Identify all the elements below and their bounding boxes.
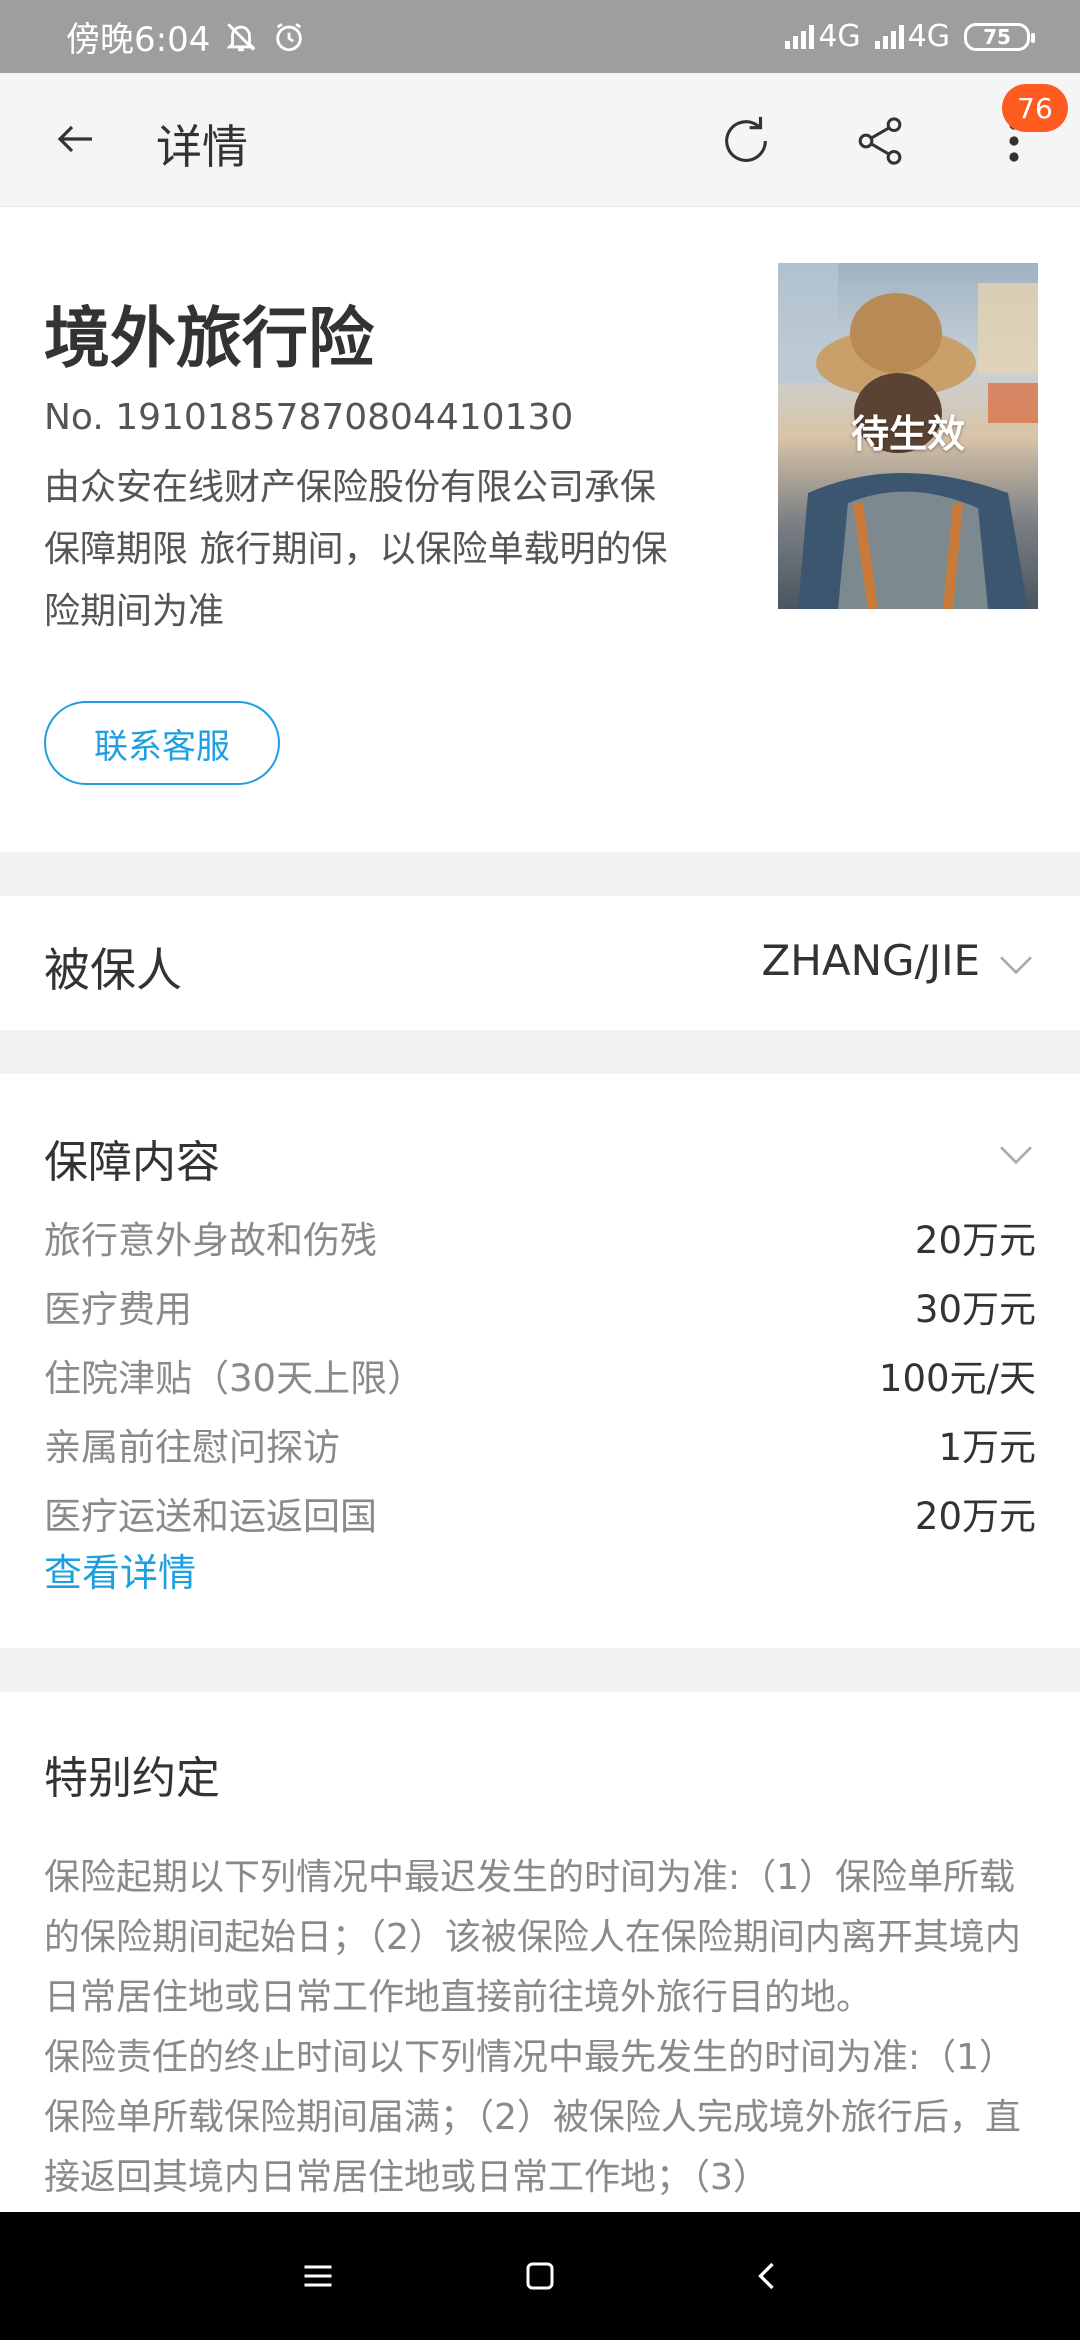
chevron-down-icon[interactable]	[996, 1134, 1036, 1174]
insured-row[interactable]: 被保人 ZHANG/JIE	[0, 896, 1080, 1030]
coverage-item: 旅行意外身故和伤残 20万元	[44, 1218, 1036, 1262]
product-name: 境外旅行险	[44, 300, 374, 377]
chevron-left-icon	[758, 2262, 774, 2290]
app-bar: 详情	[0, 73, 1080, 207]
page-title: 详情	[156, 120, 248, 174]
home-square-icon	[526, 2262, 554, 2290]
notification-badge: 76	[1002, 84, 1068, 132]
coverage-item: 医疗费用 30万元	[44, 1287, 1036, 1331]
policy-description: 由众安在线财产保险股份有限公司承保 保障期限 旅行期间，以保险单载明的保 险期间…	[44, 467, 668, 632]
battery-icon: 75	[964, 22, 1035, 51]
network-indicator-1: 4G	[785, 19, 861, 54]
special-terms-title: 特别约定	[44, 1753, 220, 1804]
signal-icon	[785, 24, 815, 49]
coverage-item: 医疗运送和运返回国 20万元	[44, 1494, 1036, 1538]
menu-button[interactable]	[288, 2246, 348, 2306]
network-indicator-2: 4G	[874, 19, 950, 54]
coverage-list: 旅行意外身故和伤残 20万元 医疗费用 30万元 住院津贴（30天上限） 100…	[44, 1202, 1036, 1547]
back-nav-button[interactable]	[738, 2246, 798, 2306]
screen: 傍晚6:04 4G 4G 75 详情 76 境外旅行险 No. 19101857…	[0, 0, 1080, 2340]
share-button[interactable]	[848, 109, 912, 173]
coverage-item: 亲属前往慰问探访 1万元	[44, 1425, 1036, 1469]
coverage-title: 保障内容	[44, 1137, 220, 1188]
status-bar: 傍晚6:04 4G 4G 75	[0, 0, 1080, 73]
special-terms-paragraph: 保险责任的终止时间以下列情况中最先发生的时间为准:（1）保险单所载保险期间届满；…	[44, 2037, 1021, 2198]
signal-icon	[874, 24, 904, 49]
system-nav-bar	[0, 2212, 1080, 2340]
chevron-down-icon[interactable]	[996, 944, 1036, 984]
back-button[interactable]	[48, 111, 104, 167]
refresh-button[interactable]	[714, 109, 778, 173]
status-time: 傍晚6:04	[66, 20, 211, 60]
back-arrow-icon	[57, 125, 92, 153]
special-terms-body: 保险起期以下列情况中最迟发生的时间为准:（1）保险单所载的保险期间起始日；（2）…	[44, 1848, 1040, 2208]
policy-status-label: 待生效	[850, 412, 965, 456]
refresh-icon	[725, 116, 767, 162]
policy-number: No. 19101857870804410130	[44, 397, 574, 438]
coverage-card: 保障内容 旅行意外身故和伤残 20万元 医疗费用 30万元 住院津贴（30天上限…	[0, 1074, 1080, 1648]
special-terms-paragraph: 保险起期以下列情况中最迟发生的时间为准:（1）保险单所载的保险期间起始日；（2）…	[44, 1857, 1021, 2018]
special-terms-card: 特别约定 保险起期以下列情况中最迟发生的时间为准:（1）保险单所载的保险期间起始…	[0, 1692, 1080, 2212]
home-button[interactable]	[510, 2246, 570, 2306]
policy-header-card: 境外旅行险 No. 19101857870804410130 由众安在线财产保险…	[0, 207, 1080, 852]
insured-label: 被保人	[44, 943, 182, 997]
mute-bell-icon	[224, 20, 258, 54]
contact-service-button[interactable]: 联系客服	[44, 701, 280, 785]
view-details-link[interactable]: 查看详情	[44, 1542, 196, 1597]
share-icon	[858, 117, 902, 165]
alarm-icon	[272, 20, 306, 54]
insured-name: ZHANG/JIE	[761, 936, 980, 985]
menu-icon	[304, 2265, 332, 2287]
coverage-item: 住院津贴（30天上限） 100元/天	[44, 1356, 1036, 1400]
policy-thumbnail: 待生效	[778, 263, 1038, 609]
